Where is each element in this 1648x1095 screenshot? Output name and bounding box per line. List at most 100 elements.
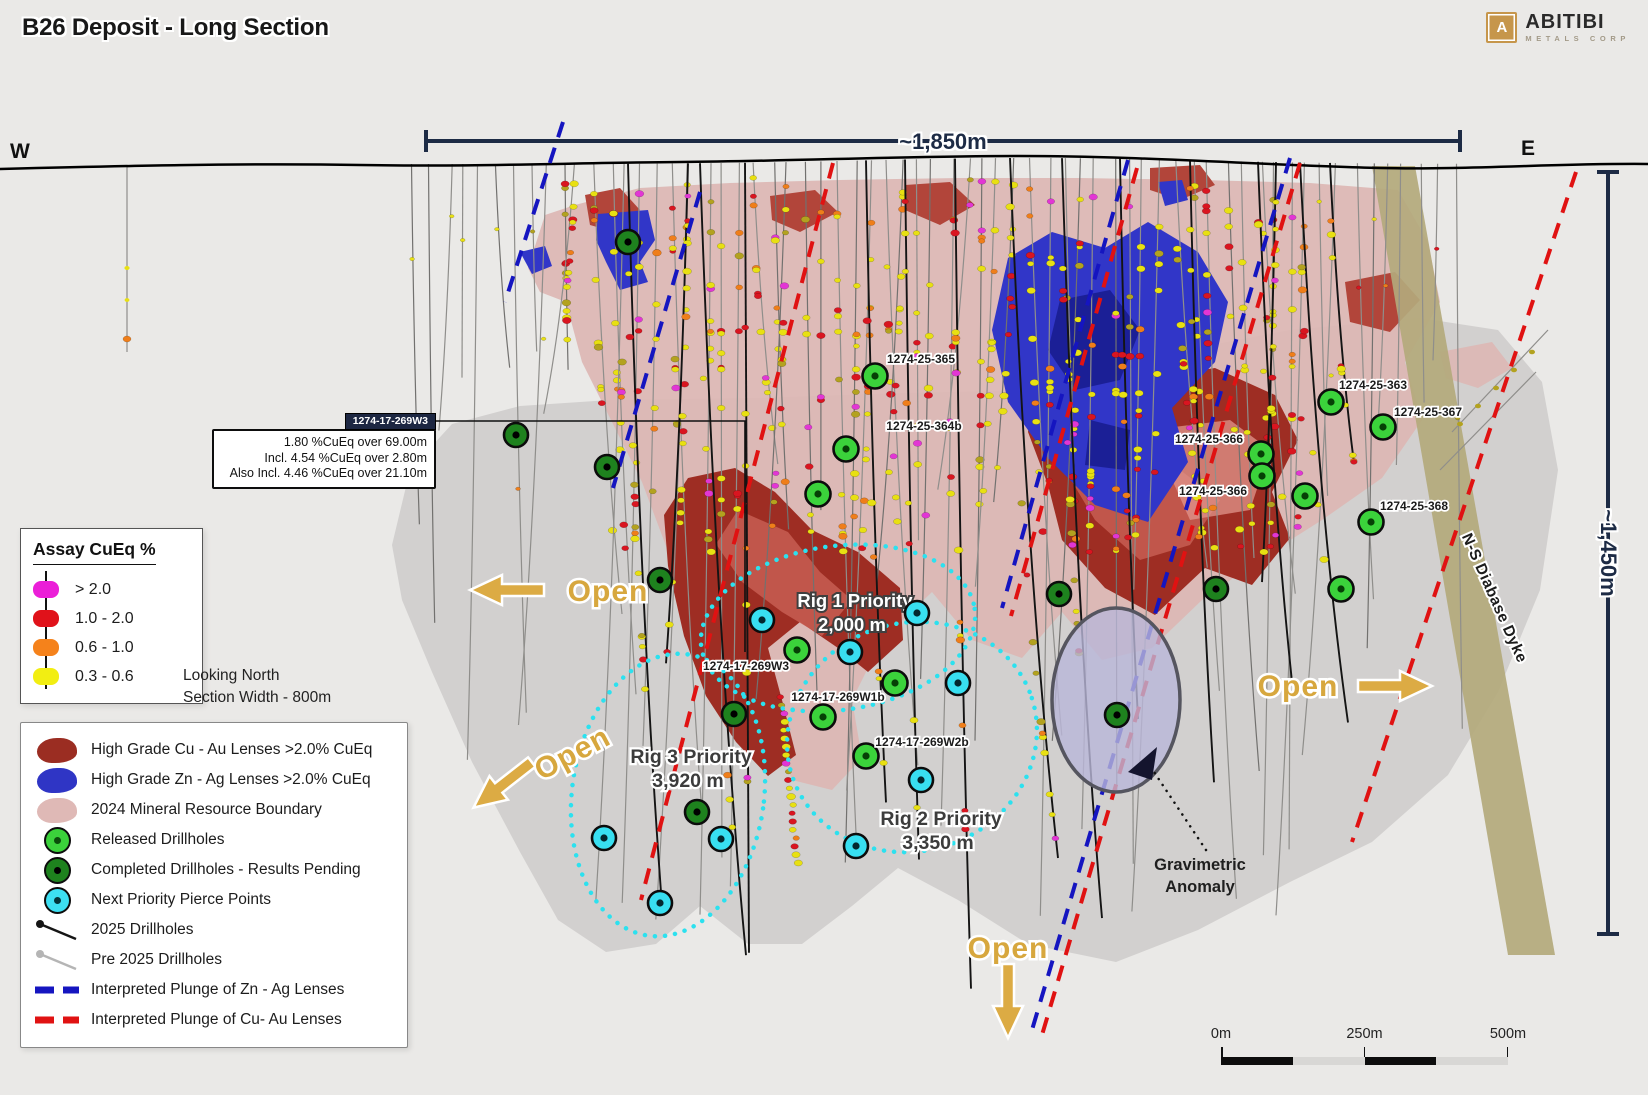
assay-interval-dot	[631, 536, 640, 542]
assay-interval-dot	[1027, 261, 1034, 266]
assay-interval-dot	[1041, 750, 1049, 756]
assay-interval-dot	[988, 340, 995, 345]
assay-interval-dot	[569, 226, 576, 231]
assay-interval-dot	[859, 527, 867, 533]
assay-interval-dot	[723, 772, 731, 778]
scale-tick	[1507, 1047, 1509, 1057]
assay-interval-dot	[992, 179, 1000, 185]
assay-interval-dot	[671, 356, 679, 362]
assay-interval-dot	[1190, 418, 1199, 424]
pre-2025-drillhole-trace	[495, 164, 509, 368]
assay-interval-dot	[1211, 545, 1219, 551]
assay-interval-dot	[867, 500, 876, 506]
assay-interval-dot	[1071, 578, 1078, 583]
assay-interval-dot	[903, 400, 911, 406]
assay-interval-dot	[594, 344, 603, 350]
assay-interval-dot	[750, 194, 756, 199]
assay-interval-dot	[1247, 503, 1255, 509]
page-title: B26 Deposit - Long Section	[22, 14, 329, 42]
assay-interval-dot	[850, 470, 859, 476]
assay-interval-dot	[834, 308, 841, 313]
rig-priority-meters: 3,920 m	[652, 770, 724, 792]
assay-interval-dot	[1188, 319, 1195, 324]
assay-interval-dot	[875, 669, 882, 674]
assay-interval-dot	[736, 285, 743, 290]
assay-interval-dot	[1244, 430, 1251, 435]
assay-interval-dot	[838, 492, 845, 497]
assay-interval-dot	[717, 366, 725, 372]
assay-interval-dot	[850, 514, 857, 519]
assay-interval-dot	[1289, 352, 1296, 357]
completed-drillhole-marker-center	[693, 808, 700, 815]
assay-interval-dot	[707, 549, 716, 555]
assay-interval-dot	[764, 390, 771, 395]
assay-interval-dot	[1068, 542, 1076, 548]
scalebar-cap	[1458, 130, 1462, 152]
assay-interval-dot	[885, 470, 892, 475]
rig-priority-label: Rig 3 Priority	[630, 746, 752, 768]
assay-interval-dot	[1260, 369, 1266, 374]
legend-item: Interpreted Plunge of Cu- Au Lenses	[34, 1005, 394, 1035]
assay-interval-dot	[635, 328, 642, 333]
assay-interval-dot	[1118, 352, 1126, 358]
assay-legend-item: 0.6 - 1.0	[33, 633, 190, 662]
assay-interval-dot	[1195, 534, 1202, 539]
assay-interval-dot	[1337, 366, 1346, 372]
assay-interval-dot	[679, 428, 687, 434]
assay-interval-dot	[780, 283, 789, 289]
assay-interval-dot	[1048, 255, 1054, 260]
assay-interval-dot	[1155, 250, 1164, 256]
legend-item: Pre 2025 Drillholes	[34, 945, 394, 975]
assay-interval-dot	[779, 320, 787, 326]
assay-interval-dot	[1046, 379, 1053, 384]
released-drillhole-marker-center	[1379, 423, 1386, 430]
drillhole-label: 1274-25-365	[887, 352, 955, 366]
assay-interval-dot	[793, 836, 799, 841]
assay-interval-dot	[1027, 214, 1033, 219]
bottom-scalebar: 0m 250m 500m	[1221, 1026, 1508, 1066]
assay-interval-dot	[1356, 286, 1361, 289]
assay-interval-dot	[1135, 390, 1143, 396]
assay-interval-dot	[569, 220, 576, 225]
assay-interval-dot	[892, 495, 899, 500]
assay-interval-dot	[817, 259, 824, 264]
assay-interval-dot	[892, 383, 899, 388]
trace-swatch	[34, 948, 80, 972]
legend-item: Released Drillholes	[34, 825, 394, 855]
assay-interval-dot	[1087, 468, 1095, 473]
assay-interval-dot	[598, 400, 605, 405]
assay-interval-dot	[851, 411, 860, 417]
assay-interval-dot	[853, 344, 859, 348]
assay-interval-dot	[1203, 230, 1211, 235]
released-drillhole-marker-center	[1257, 450, 1264, 457]
logo-name: ABITIBI	[1525, 12, 1630, 32]
assay-interval-dot	[1049, 812, 1055, 817]
pierce-point-marker-center	[917, 776, 924, 783]
assay-interval-dot	[752, 267, 760, 273]
assay-interval-dot	[805, 464, 813, 470]
logo-subtitle: METALS CORP	[1525, 35, 1630, 43]
assay-interval-dot	[677, 498, 684, 503]
completed-drillhole-marker-center	[1113, 711, 1120, 718]
assay-interval-dot	[870, 555, 877, 560]
assay-interval-dot	[1267, 520, 1273, 525]
assay-interval-dot	[743, 546, 749, 551]
assay-interval-dot	[1204, 329, 1212, 335]
assay-interval-dot	[683, 268, 692, 274]
assay-interval-dot	[1052, 836, 1059, 841]
assay-interval-dot	[1077, 197, 1084, 202]
scale-tick	[1221, 1047, 1223, 1057]
completed-drillhole-marker-center	[656, 576, 663, 583]
assay-interval-dot	[779, 329, 788, 335]
assay-interval-dot	[565, 270, 572, 275]
assay-interval-dot	[782, 207, 790, 212]
assay-interval-dot	[994, 465, 1000, 470]
assay-interval-dot	[1112, 311, 1119, 316]
assay-interval-dot	[1186, 227, 1194, 233]
long-section-figure: OpenOpenOpenOpenRig 1 Priority2,000 mRig…	[0, 0, 1648, 1095]
assay-interval-dot	[1205, 394, 1214, 400]
assay-interval-dot	[1434, 247, 1439, 250]
assay-interval-dot	[631, 494, 639, 500]
assay-interval-dot	[742, 602, 750, 608]
assay-interval-dot	[618, 395, 625, 400]
